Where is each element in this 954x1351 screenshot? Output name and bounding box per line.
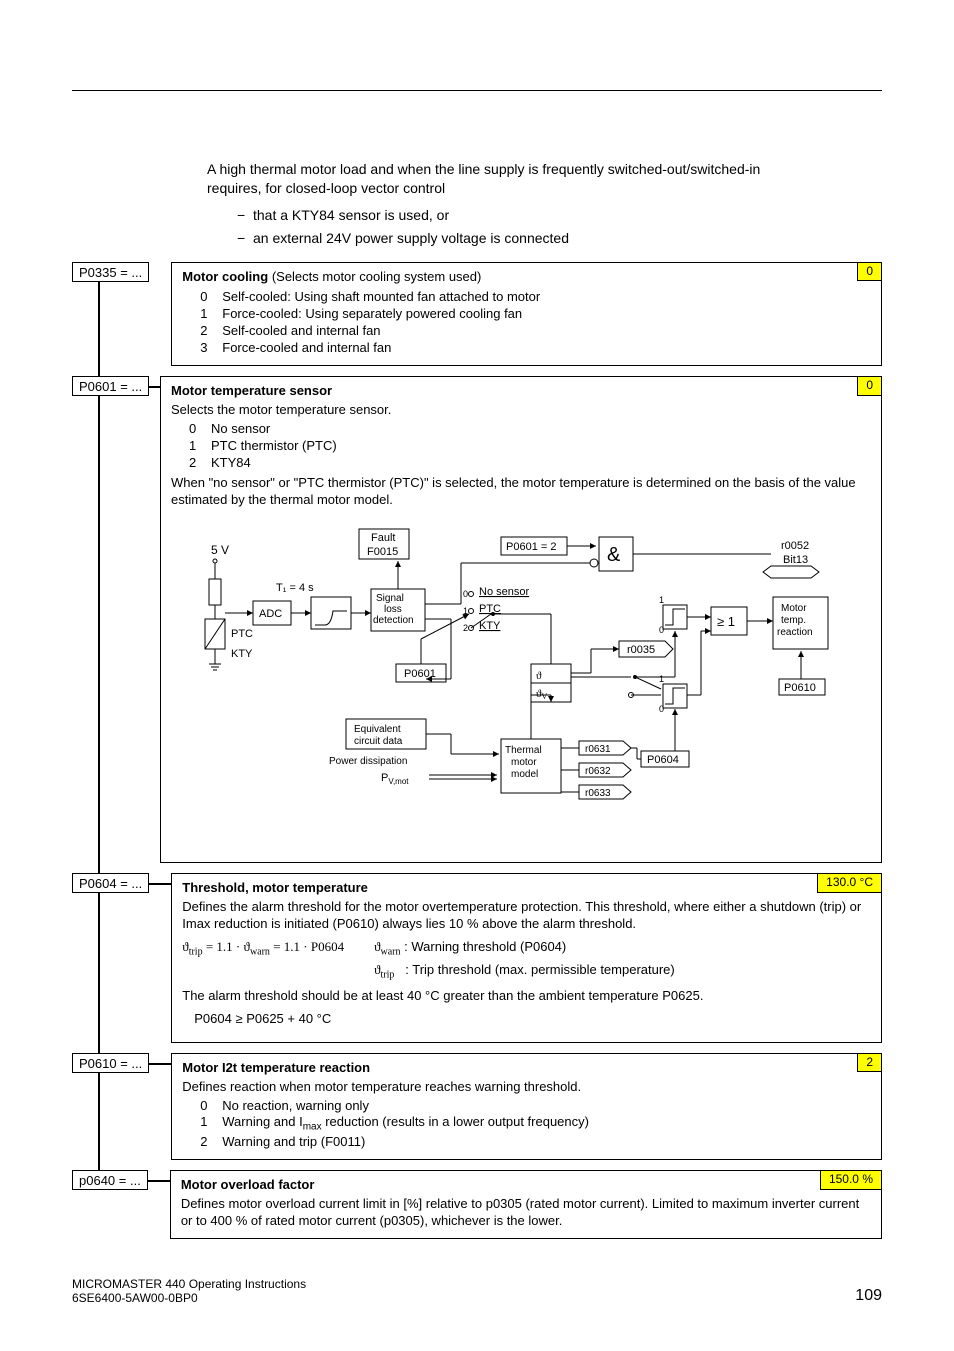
svg-text:No sensor: No sensor	[479, 586, 529, 598]
svg-text:≥ 1: ≥ 1	[717, 614, 735, 629]
svg-text:P0601 = 2: P0601 = 2	[506, 541, 556, 553]
svg-text:P0604: P0604	[647, 754, 679, 766]
svg-text:Thermal: Thermal	[505, 745, 542, 756]
intro-bullet-1: that a KTY84 sensor is used, or	[253, 207, 449, 223]
param-label-p0640: p0640 = ...	[72, 1170, 148, 1190]
diagram-5v: 5 V	[211, 543, 229, 557]
svg-text:&: &	[607, 544, 621, 566]
default-p0640: 150.0 %	[820, 1170, 882, 1190]
svg-text:KTY: KTY	[231, 648, 253, 660]
svg-text:temp.: temp.	[781, 615, 806, 626]
param-label-p0601: P0601 = ...	[72, 376, 149, 396]
default-p0601: 0	[857, 376, 882, 396]
svg-text:P0601: P0601	[404, 668, 436, 680]
default-p0610: 2	[857, 1053, 882, 1073]
svg-text:T₁ = 4 s: T₁ = 4 s	[276, 582, 314, 594]
page-number: 109	[855, 1287, 882, 1305]
svg-text:1: 1	[659, 595, 664, 605]
svg-text:Power dissipation: Power dissipation	[329, 756, 407, 767]
param-label-p0610: P0610 = ...	[72, 1053, 149, 1073]
svg-text:loss: loss	[384, 604, 402, 615]
svg-text:detection: detection	[373, 615, 414, 626]
svg-text:PV,mot: PV,mot	[381, 772, 409, 786]
svg-text:0: 0	[659, 625, 664, 635]
svg-text:F0015: F0015	[367, 546, 398, 558]
intro-paragraph: A high thermal motor load and when the l…	[207, 160, 807, 248]
svg-text:r0035: r0035	[627, 644, 655, 656]
svg-text:Signal: Signal	[376, 593, 404, 604]
param-body-p0601: 0 Motor temperature sensor Selects the m…	[160, 376, 882, 863]
default-p0335: 0	[857, 262, 882, 282]
intro-text: A high thermal motor load and when the l…	[207, 160, 807, 198]
svg-text:Bit13: Bit13	[783, 554, 808, 566]
svg-text:Fault: Fault	[371, 532, 395, 544]
svg-text:Motor: Motor	[781, 603, 807, 614]
param-label-p0335: P0335 = ...	[72, 262, 149, 282]
intro-bullet-2: an external 24V power supply voltage is …	[253, 230, 569, 246]
svg-text:r0052: r0052	[781, 540, 809, 552]
svg-text:reaction: reaction	[777, 627, 813, 638]
svg-text:Equivalent: Equivalent	[354, 724, 401, 735]
svg-text:P0610: P0610	[784, 682, 816, 694]
footer-text: MICROMASTER 440 Operating Instructions 6…	[72, 1277, 306, 1305]
default-p0604: 130.0 °C	[817, 873, 882, 893]
svg-text:motor: motor	[511, 757, 537, 768]
param-body-p0604: 130.0 °C Threshold, motor temperature De…	[171, 873, 882, 1043]
svg-text:r0633: r0633	[585, 788, 611, 799]
param-body-p0610: 2 Motor I2t temperature reaction Defines…	[171, 1053, 882, 1160]
svg-text:PTC: PTC	[231, 628, 253, 640]
thermal-model-diagram: 5 V PTC KTY ADC	[171, 519, 871, 849]
param-body-p0640: 150.0 % Motor overload factor Defines mo…	[170, 1170, 882, 1239]
svg-text:0: 0	[659, 704, 664, 714]
param-label-p0604: P0604 = ...	[72, 873, 149, 893]
param-body-p0335: 0 Motor cooling (Selects motor cooling s…	[171, 262, 882, 366]
svg-text:ϑ: ϑ	[536, 670, 542, 682]
svg-text:model: model	[511, 769, 538, 780]
svg-text:0: 0	[463, 589, 468, 599]
svg-text:r0632: r0632	[585, 766, 611, 777]
svg-text:ADC: ADC	[259, 608, 282, 620]
svg-text:2: 2	[463, 623, 468, 633]
svg-text:1: 1	[659, 674, 664, 684]
svg-text:PTC: PTC	[479, 603, 501, 615]
svg-text:KTY: KTY	[479, 620, 501, 632]
svg-text:circuit data: circuit data	[354, 736, 403, 747]
svg-text:r0631: r0631	[585, 744, 611, 755]
